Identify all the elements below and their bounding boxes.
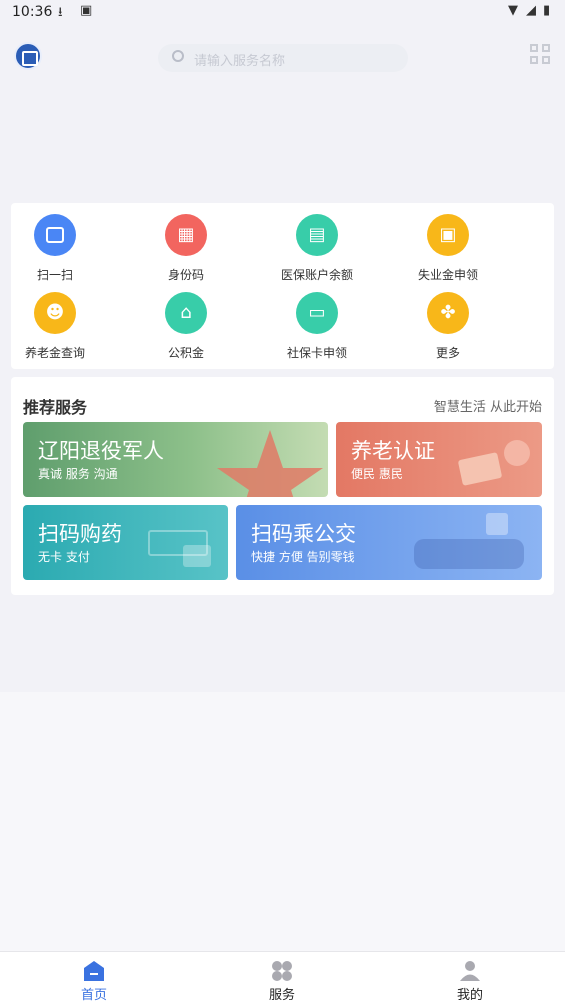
app-header: 请输入服务名称 (0, 36, 565, 80)
status-bar: 10:36 ⭳ ▣ ▼ ◢ ▮ (0, 0, 565, 26)
search-icon (172, 50, 184, 62)
banner-veterans[interactable]: 辽阳退役军人 真诚 服务 沟通 (23, 422, 328, 497)
service-item-scan[interactable]: 扫一扫 (0, 214, 110, 284)
battery-icon: ▮ (543, 3, 551, 18)
service-label: 养老金查询 (24, 346, 85, 360)
city-logo-icon[interactable] (14, 42, 42, 70)
service-label: 失业金申领 (417, 268, 478, 282)
banner-title: 辽阳退役军人 (38, 439, 164, 463)
banner-scan-medicine[interactable]: 扫码购药 无卡 支付 (23, 505, 228, 580)
service-item-social-card[interactable]: ▭ 社保卡申领 (262, 292, 372, 362)
banner-subtitle: 便民 惠民 (351, 467, 403, 481)
tab-label: 首页 (80, 988, 107, 1003)
download-icon: ⭳ (58, 5, 63, 20)
elder-person-icon: ☻ (34, 292, 76, 334)
banner-subtitle: 无卡 支付 (38, 550, 90, 564)
bottom-tab-bar: 首页 服务 我的 (0, 951, 565, 1004)
service-grid: 扫一扫 ▦ 身份码 ▤ 医保账户余额 ▣ 失业金申领 ☻ 养老金查询 ⌂ 公积金… (11, 203, 554, 369)
tab-services[interactable]: 服务 (188, 952, 376, 1004)
status-time: 10:36 (12, 4, 53, 20)
section-subtitle: 智慧生活 从此开始 (433, 400, 542, 415)
service-item-unemployment[interactable]: ▣ 失业金申领 (393, 214, 503, 284)
scan-icon (34, 214, 76, 256)
search-placeholder: 请输入服务名称 (194, 54, 286, 69)
profile-icon (459, 960, 481, 982)
social-card-icon: ▭ (296, 292, 338, 334)
bus-illustration-icon (414, 539, 524, 569)
person-illustration-icon (504, 440, 530, 466)
banner-title: 养老认证 (351, 439, 435, 463)
search-bar[interactable]: 请输入服务名称 (158, 44, 408, 72)
tab-label: 服务 (268, 988, 295, 1003)
service-item-id-code[interactable]: ▦ 身份码 (131, 214, 241, 284)
banner-subtitle: 真诚 服务 沟通 (38, 467, 118, 481)
tablet-illustration-icon (457, 452, 503, 486)
service-label: 扫一扫 (36, 268, 73, 282)
section-title: 推荐服务 (23, 398, 88, 417)
wallet-icon: ▣ (427, 214, 469, 256)
service-label: 更多 (435, 346, 460, 360)
phone-illustration-icon (183, 545, 211, 567)
qr-code-icon: ▦ (165, 214, 207, 256)
recommended-services: 推荐服务 智慧生活 从此开始 辽阳退役军人 真诚 服务 沟通 养老认证 便民 惠… (11, 377, 554, 595)
banner-subtitle: 快捷 方便 告别零钱 (251, 550, 355, 564)
tab-profile[interactable]: 我的 (376, 952, 564, 1004)
service-label: 社保卡申领 (286, 346, 347, 360)
tab-home[interactable]: 首页 (0, 952, 188, 1004)
medical-card-icon: ▤ (296, 214, 338, 256)
banner-title: 扫码乘公交 (251, 522, 356, 546)
service-label: 公积金 (167, 346, 204, 360)
house-icon: ⌂ (165, 292, 207, 334)
service-item-housing-fund[interactable]: ⌂ 公积金 (131, 292, 241, 362)
wifi-icon: ▼ (508, 3, 518, 18)
service-item-medical-balance[interactable]: ▤ 医保账户余额 (262, 214, 372, 284)
more-grid-icon: ✤ (427, 292, 469, 334)
qr-code-button-icon[interactable] (530, 44, 552, 66)
banner-pension-auth[interactable]: 养老认证 便民 惠民 (336, 422, 542, 497)
home-icon (83, 960, 105, 982)
qr-illustration-icon (486, 513, 508, 535)
banner-title: 扫码购药 (38, 522, 122, 546)
signal-icon: ◢ (526, 3, 536, 18)
service-label: 身份码 (167, 268, 204, 282)
service-item-pension[interactable]: ☻ 养老金查询 (0, 292, 110, 362)
banner-scan-bus[interactable]: 扫码乘公交 快捷 方便 告别零钱 (236, 505, 542, 580)
service-item-more[interactable]: ✤ 更多 (393, 292, 503, 362)
star-icon (217, 430, 323, 497)
tab-label: 我的 (456, 988, 483, 1003)
service-label: 医保账户余额 (280, 268, 353, 282)
services-icon (271, 960, 293, 982)
app-notification-icon: ▣ (80, 3, 93, 18)
